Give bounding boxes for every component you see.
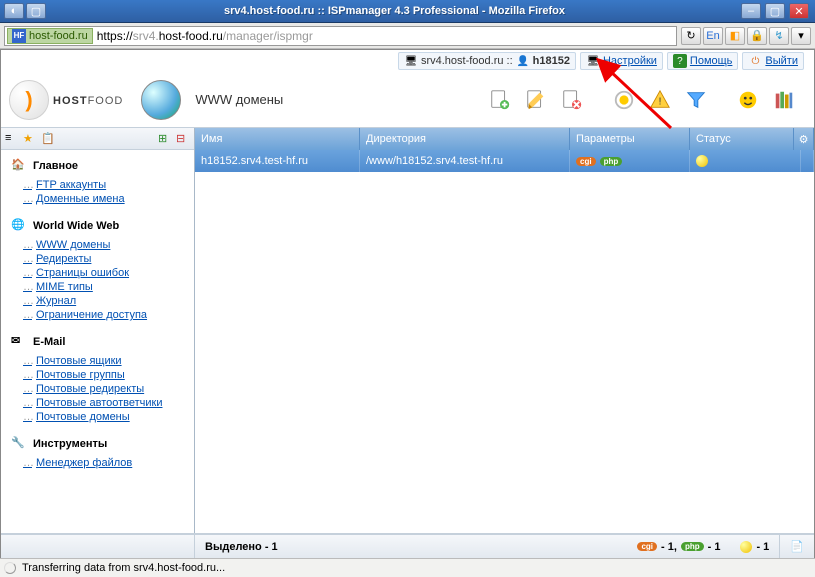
edit-button[interactable] [524, 88, 548, 112]
lightning-icon[interactable]: ↯ [769, 27, 789, 45]
svg-text:!: ! [659, 96, 662, 107]
sidebar-section-globe[interactable]: 🌐World Wide Web [5, 214, 194, 238]
address-bar[interactable]: HF host-food.ru https://srv4.host-food.r… [4, 26, 677, 46]
warning-button[interactable]: ! [648, 88, 672, 112]
cgi-badge-icon: cgi [637, 542, 657, 551]
user-name: h18152 [533, 55, 570, 67]
column-dir[interactable]: Директория [360, 128, 570, 150]
sidebar-item[interactable]: Почтовые группы [23, 368, 194, 382]
brand-logo: ) HOSTFOOD [9, 80, 123, 120]
site-favicon: HF [12, 29, 26, 43]
sidebar-item[interactable]: FTP аккаунты [23, 178, 194, 192]
sidebar-item[interactable]: Почтовые редиректы [23, 382, 194, 396]
collapse-all-icon[interactable]: ⊟ [176, 132, 190, 146]
sidebar-section-tools[interactable]: 🔧Инструменты [5, 432, 194, 456]
tools-icon: 🔧 [11, 436, 27, 452]
dropdown-icon[interactable]: ▾ [791, 27, 811, 45]
sidebar-item[interactable]: Доменные имена [23, 192, 194, 206]
window-title: srv4.host-food.ru :: ISPmanager 4.3 Prof… [48, 5, 741, 17]
column-settings-icon[interactable]: ⚙ [794, 128, 814, 150]
toggle-button[interactable] [612, 88, 636, 112]
sidebar-item[interactable]: Почтовые автоответчики [23, 396, 194, 410]
lock-icon: 🔒 [747, 27, 767, 45]
sidebar-item[interactable]: Почтовые домены [23, 410, 194, 424]
throbber-icon [4, 562, 16, 574]
delete-button[interactable] [560, 88, 584, 112]
user-icon: 👤 [516, 54, 530, 68]
column-status[interactable]: Статус [690, 128, 794, 150]
face-button[interactable] [736, 88, 760, 112]
new-button[interactable] [488, 88, 512, 112]
sidebar-item[interactable]: Страницы ошибок [23, 266, 194, 280]
sidebar-section-mail[interactable]: ✉E-Mail [5, 330, 194, 354]
php-count: - 1 [708, 541, 721, 553]
filter-button[interactable] [684, 88, 708, 112]
export-icon[interactable]: 📄 [790, 540, 804, 553]
refresh-button[interactable]: ↻ [681, 27, 701, 45]
mail-icon: ✉ [11, 334, 27, 350]
toolbar: ! [488, 88, 806, 112]
php-badge-icon: php [681, 542, 704, 551]
feed-icon[interactable]: ◧ [725, 27, 745, 45]
clipboard-icon[interactable]: 📋 [41, 132, 55, 146]
site-identity-label: host-food.ru [29, 30, 88, 42]
status-text: Transferring data from srv4.host-food.ru… [22, 562, 225, 574]
sidebar-item[interactable]: Почтовые ящики [23, 354, 194, 368]
logout-icon: ⏻ [748, 54, 762, 68]
sidebar-item[interactable]: Журнал [23, 294, 194, 308]
sidebar-item[interactable]: WWW домены [23, 238, 194, 252]
minimize-button[interactable]: – [741, 3, 761, 19]
selected-count: Выделено - 1 [205, 541, 278, 553]
settings-link[interactable]: Настройки [603, 55, 657, 67]
server-icon: 🖥 [404, 54, 418, 68]
library-button[interactable] [772, 88, 796, 112]
bulb-icon [696, 155, 708, 167]
globe-icon [141, 80, 181, 120]
column-name[interactable]: Имя [195, 128, 360, 150]
window-menu-button[interactable]: ◐ [4, 3, 24, 19]
cgi-badge-icon: cgi [576, 157, 596, 166]
server-label: srv4.host-food.ru :: [421, 55, 513, 67]
url-text: https://srv4.host-food.ru/manager/ispmgr [97, 29, 313, 43]
sidebar-item[interactable]: Ограничение доступа [23, 308, 194, 322]
sidebar-item[interactable]: Редиректы [23, 252, 194, 266]
settings-icon: 🖥 [586, 54, 600, 68]
sidebar-item[interactable]: MIME типы [23, 280, 194, 294]
section-title: WWW домены [195, 92, 283, 107]
php-badge-icon: php [600, 157, 623, 166]
home-icon: 🏠 [11, 158, 27, 174]
table-row[interactable]: h18152.srv4.test-hf.ru /www/h18152.srv4.… [195, 150, 814, 172]
close-button[interactable]: ✕ [789, 3, 809, 19]
sidebar-item[interactable]: Менеджер файлов [23, 456, 194, 470]
column-params[interactable]: Параметры [570, 128, 690, 150]
help-link[interactable]: Помощь [690, 55, 733, 67]
cgi-count: - 1, [661, 541, 677, 553]
window-restore-button[interactable]: ▢ [26, 3, 46, 19]
bulb-icon [740, 541, 752, 553]
logout-link[interactable]: Выйти [765, 55, 798, 67]
help-icon: ? [673, 54, 687, 68]
translate-icon[interactable]: En [703, 27, 723, 45]
site-identity-badge[interactable]: HF host-food.ru [7, 28, 93, 44]
bulb-count: - 1 [756, 541, 769, 553]
sidebar-section-home[interactable]: 🏠Главное [5, 154, 194, 178]
star-icon[interactable]: ★ [23, 132, 37, 146]
maximize-button[interactable]: ▢ [765, 3, 785, 19]
expand-all-icon[interactable]: ⊞ [158, 132, 172, 146]
globe-icon: 🌐 [11, 218, 27, 234]
nav-list-icon[interactable]: ≡ [5, 132, 19, 146]
